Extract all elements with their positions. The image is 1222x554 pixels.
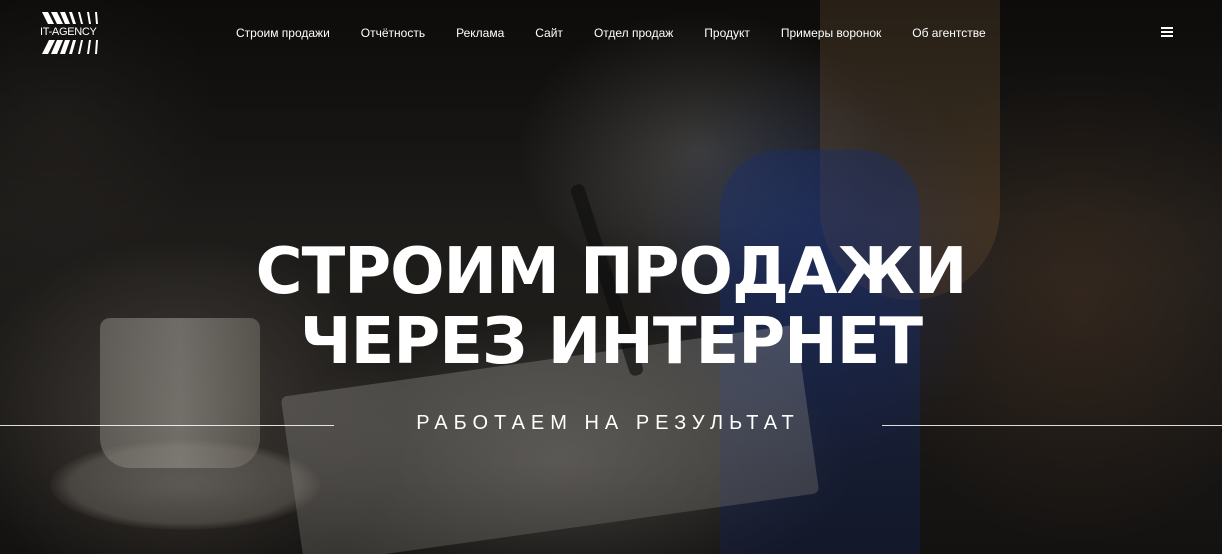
- hamburger-menu-icon[interactable]: [1161, 27, 1173, 38]
- subtitle-divider-left: [0, 425, 334, 426]
- hero-title-line-2: ЧЕРЕЗ ИНТЕРНЕТ: [299, 305, 923, 379]
- hero-title-line-1: СТРОИМ ПРОДАЖИ: [255, 235, 968, 309]
- hero-section: IT-AGENCY Строим продажи Отчётность Рекл…: [0, 0, 1222, 554]
- hamburger-line: [1161, 35, 1173, 37]
- site-header: IT-AGENCY Строим продажи Отчётность Рекл…: [0, 0, 1222, 66]
- nav-item-site[interactable]: Сайт: [535, 26, 563, 40]
- subtitle-divider-right: [882, 425, 1222, 426]
- nav-item-advertising[interactable]: Реклама: [456, 26, 504, 40]
- logo-stripes-bottom-icon: [42, 40, 98, 54]
- logo[interactable]: IT-AGENCY: [40, 10, 104, 56]
- main-nav: Строим продажи Отчётность Реклама Сайт О…: [236, 26, 1017, 40]
- nav-item-funnel-examples[interactable]: Примеры воронок: [781, 26, 881, 40]
- hero-subtitle-row: РАБОТАЕМ НА РЕЗУЛЬТАТ: [0, 412, 1222, 438]
- logo-stripes-icon: [42, 12, 98, 24]
- hamburger-line: [1161, 27, 1173, 29]
- hamburger-line: [1161, 31, 1173, 33]
- nav-item-product[interactable]: Продукт: [704, 26, 750, 40]
- nav-item-reporting[interactable]: Отчётность: [361, 26, 425, 40]
- hero-subtitle: РАБОТАЕМ НА РЕЗУЛЬТАТ: [416, 412, 800, 434]
- nav-item-sales-department[interactable]: Отдел продаж: [594, 26, 673, 40]
- nav-item-about-agency[interactable]: Об агентстве: [912, 26, 985, 40]
- logo-text: IT-AGENCY: [40, 26, 97, 38]
- nav-item-build-sales[interactable]: Строим продажи: [236, 26, 330, 40]
